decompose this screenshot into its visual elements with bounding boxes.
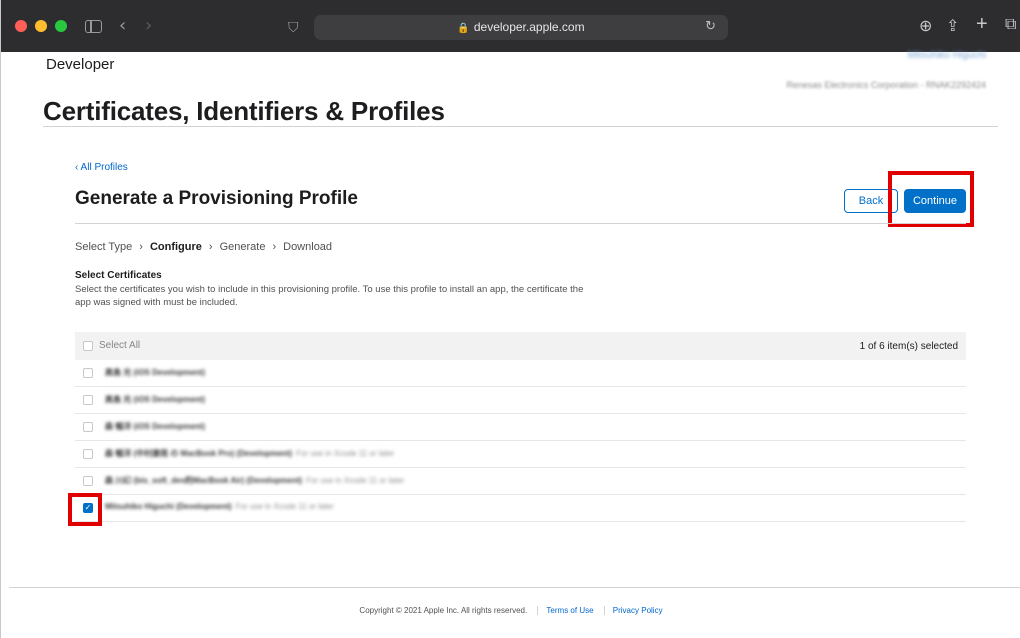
close-window-button[interactable] [15,20,27,32]
browser-window: ‹ › ⛉ 🔒 developer.apple.com ↻ ⊕ ⇪ + ⧉ Dev… [0,0,1020,638]
certificate-checkbox[interactable] [83,476,93,486]
step-generate: Generate [219,241,266,253]
divider [75,223,966,224]
certificate-checkbox[interactable] [83,449,93,459]
sidebar-toggle-icon[interactable] [85,20,102,33]
certificate-checkbox[interactable] [83,422,93,432]
certificate-row[interactable]: 森 暢洋 (中村康晃 の MacBook Pro) (Development) F… [75,441,966,468]
copyright-text: Copyright © 2021 Apple Inc. All rights r… [359,606,528,615]
certificate-name: 森 暢洋 (中村康晃 の MacBook Pro) (Development) [105,449,293,458]
certificate-label: Mitsuhiko Higuchi (Development) For use i… [105,502,334,511]
back-arrow-icon[interactable]: ‹ [119,15,126,37]
certificate-note: For use in Xcode 11 or later [235,502,334,511]
share-icon[interactable]: ⇪ [946,16,959,36]
selected-count: 1 of 6 item(s) selected [859,341,958,352]
certificate-row[interactable]: 森 川幻 (bis_soft_dev的MacBook Air) (Develop… [75,468,966,495]
chevron-right-icon: › [272,241,277,253]
tab-overview-icon[interactable]: ⧉ [1005,16,1016,34]
footer-divider [9,587,1020,588]
page-title: Certificates, Identifiers & Profiles [43,96,445,126]
continue-highlight-box [888,171,974,227]
browser-toolbar: ‹ › ⛉ 🔒 developer.apple.com ↻ ⊕ ⇪ + ⧉ [1,0,1020,52]
downloads-icon[interactable]: ⊕ [919,16,932,36]
url-text: developer.apple.com [473,20,585,34]
certificate-checkbox[interactable] [83,368,93,378]
divider [43,126,998,127]
certificate-label: 高島 光 (iOS Development) [105,394,209,405]
address-bar[interactable]: 🔒 developer.apple.com ↻ [314,15,728,40]
account-org: Renesas Electronics Corporation - RNAK22… [786,80,986,90]
certificate-note: For use in Xcode 11 or later [306,476,405,485]
checkbox-highlight-box [68,493,102,526]
step-indicator: Select Type › Configure › Generate › Download [75,241,332,253]
certificate-label: 高島 光 (iOS Development) [105,367,209,378]
footer: Copyright © 2021 Apple Inc. All rights r… [1,606,1020,615]
reload-icon[interactable]: ↻ [705,18,716,34]
certificate-label: 森 暢洋 (中村康晃 の MacBook Pro) (Development) F… [105,448,394,459]
select-all-label: Select All [99,340,141,351]
certificates-description: Select the certificates you wish to incl… [75,284,584,308]
certificate-row[interactable]: 森 暢洋 (iOS Development) [75,414,966,441]
privacy-shield-icon[interactable]: ⛉ [288,17,299,39]
certificates-heading: Select Certificates [75,270,162,281]
certificate-row[interactable]: 高島 光 (iOS Development) [75,387,966,414]
chevron-right-icon: › [208,241,213,253]
certificate-name: 森 暢洋 (iOS Development) [105,422,206,431]
certificate-name: Mitsuhiko Higuchi (Development) [105,502,232,511]
step-configure: Configure [149,241,202,253]
chevron-right-icon: › [139,241,143,253]
certificate-checkbox[interactable] [83,395,93,405]
brand-label: Developer [46,56,115,73]
certificate-name: 森 川幻 (bis_soft_dev的MacBook Air) (Develop… [105,476,303,485]
address-bar-url: 🔒 developer.apple.com [314,20,728,34]
certificate-name: 高島 光 (iOS Development) [105,395,206,404]
section-title: Generate a Provisioning Profile [75,188,358,209]
step-download: Download [283,241,333,253]
zoom-window-button[interactable] [55,20,67,32]
terms-of-use-link[interactable]: Terms of Use [537,606,594,615]
step-select-type: Select Type [75,241,133,253]
select-all-checkbox[interactable] [83,341,93,351]
privacy-policy-link[interactable]: Privacy Policy [603,606,663,615]
lock-icon: 🔒 [457,23,470,34]
forward-arrow-icon[interactable]: › [145,15,152,37]
account-name[interactable]: Mitsuhiko Higuchi [908,50,986,61]
new-tab-icon[interactable]: + [976,13,988,36]
certificate-row[interactable]: ✓ Mitsuhiko Higuchi (Development) For use… [75,495,966,522]
certificate-label: 森 川幻 (bis_soft_dev的MacBook Air) (Develop… [105,475,404,486]
all-profiles-link[interactable]: ‹ All Profiles [75,162,128,173]
certificate-row[interactable]: 高島 光 (iOS Development) [75,360,966,387]
certificate-name: 高島 光 (iOS Development) [105,368,206,377]
select-all-row[interactable]: Select All 1 of 6 item(s) selected [75,332,966,360]
certificate-note: For use in Xcode 11 or later [296,449,395,458]
developer-logo[interactable]: Developer [43,55,114,73]
certificate-label: 森 暢洋 (iOS Development) [105,421,209,432]
minimize-window-button[interactable] [35,20,47,32]
